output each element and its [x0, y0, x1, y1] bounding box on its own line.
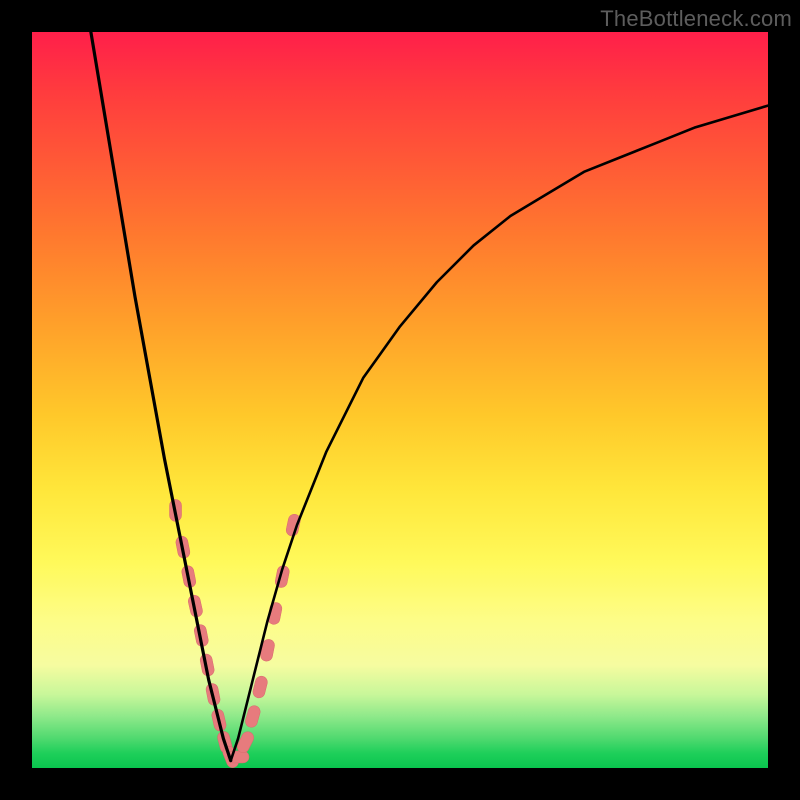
curve-layer	[91, 32, 768, 761]
marker-layer	[170, 499, 302, 769]
watermark-text: TheBottleneck.com	[600, 6, 792, 32]
outer-frame: TheBottleneck.com	[0, 0, 800, 800]
plot-area	[32, 32, 768, 768]
curve-right-branch	[231, 106, 768, 761]
curve-left-branch	[91, 32, 231, 761]
chart-svg	[32, 32, 768, 768]
